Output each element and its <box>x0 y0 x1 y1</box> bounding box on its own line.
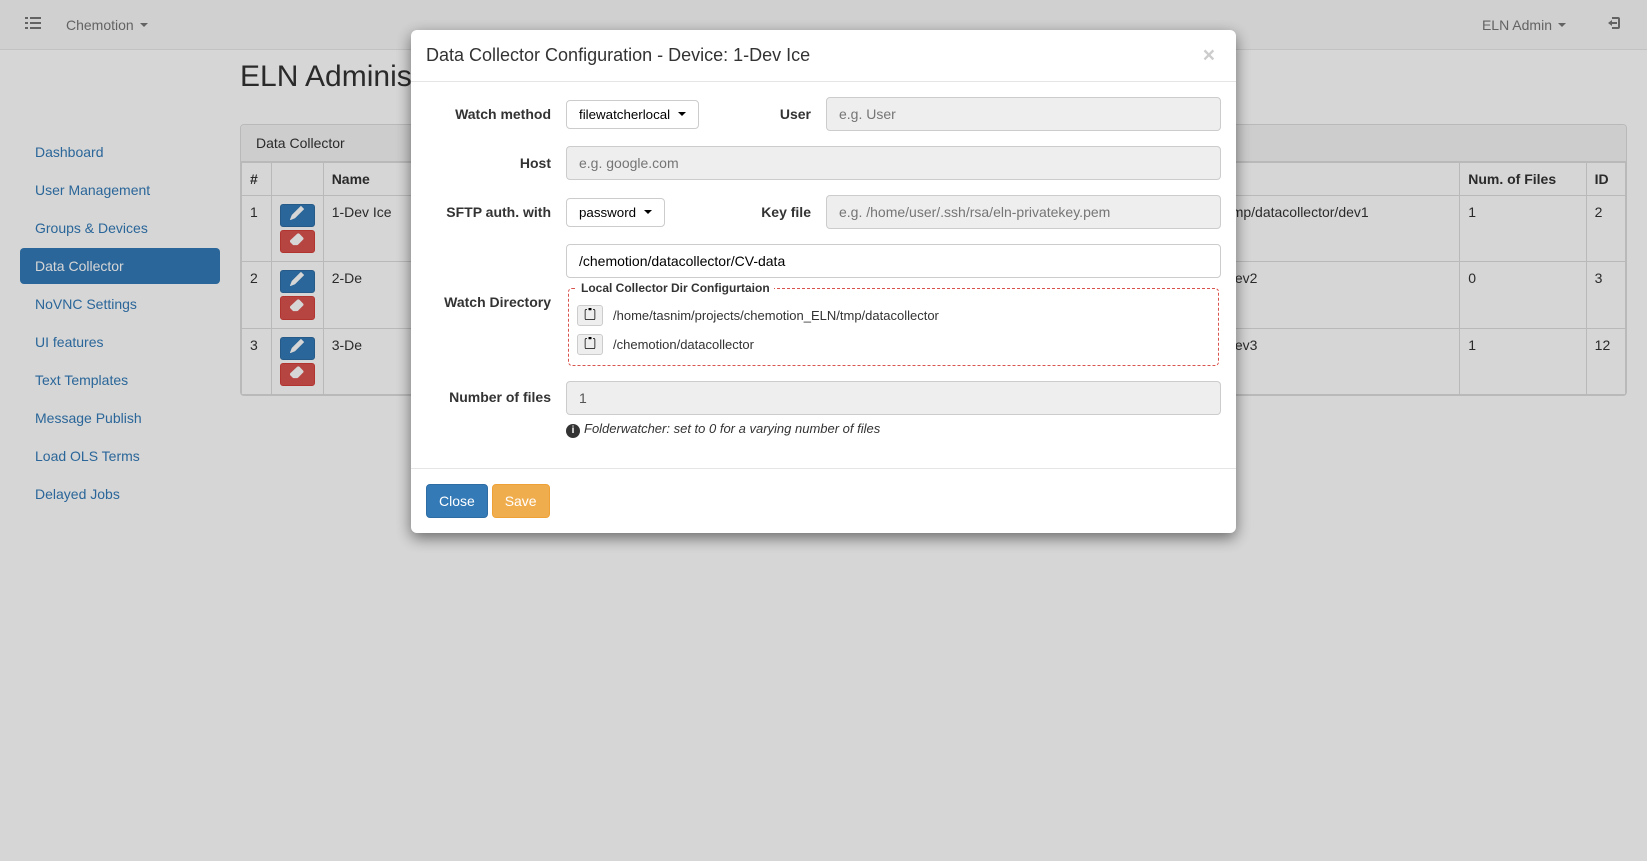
watch-method-value: filewatcherlocal <box>579 107 670 122</box>
save-button[interactable]: Save <box>492 484 550 518</box>
close-button[interactable]: Close <box>426 484 488 518</box>
modal-backdrop: Data Collector Configuration - Device: 1… <box>0 0 1647 861</box>
num-files-input <box>566 381 1221 415</box>
clipboard-icon <box>584 337 596 352</box>
local-dir-legend: Local Collector Dir Configurtaion <box>577 281 774 295</box>
user-input <box>826 97 1221 131</box>
paste-button[interactable] <box>577 334 603 355</box>
watch-method-label: Watch method <box>426 106 556 122</box>
sftp-auth-label: SFTP auth. with <box>426 204 556 220</box>
config-modal: Data Collector Configuration - Device: 1… <box>411 30 1236 533</box>
sftp-auth-value: password <box>579 205 636 220</box>
info-icon: i <box>566 424 580 438</box>
host-input <box>566 146 1221 180</box>
user-label: User <box>746 106 816 122</box>
local-dir-row: /home/tasnim/projects/chemotion_ELN/tmp/… <box>577 301 1210 330</box>
caret-down-icon <box>678 112 686 116</box>
key-file-label: Key file <box>746 204 816 220</box>
watch-dir-input[interactable] <box>566 244 1221 278</box>
modal-title: Data Collector Configuration - Device: 1… <box>426 45 1221 66</box>
watch-dir-label: Watch Directory <box>426 244 556 310</box>
num-files-help: Folderwatcher: set to 0 for a varying nu… <box>584 421 880 436</box>
local-dir-path: /chemotion/datacollector <box>613 337 754 352</box>
num-files-label: Number of files <box>426 381 556 405</box>
host-label: Host <box>426 155 556 171</box>
key-file-input <box>826 195 1221 229</box>
local-dir-config: Local Collector Dir Configurtaion /home/… <box>568 281 1219 366</box>
clipboard-icon <box>584 308 596 323</box>
watch-method-dropdown[interactable]: filewatcherlocal <box>566 100 699 129</box>
local-dir-row: /chemotion/datacollector <box>577 330 1210 359</box>
caret-down-icon <box>644 210 652 214</box>
paste-button[interactable] <box>577 305 603 326</box>
close-icon[interactable]: × <box>1197 43 1221 69</box>
local-dir-path: /home/tasnim/projects/chemotion_ELN/tmp/… <box>613 308 939 323</box>
sftp-auth-dropdown[interactable]: password <box>566 198 665 227</box>
